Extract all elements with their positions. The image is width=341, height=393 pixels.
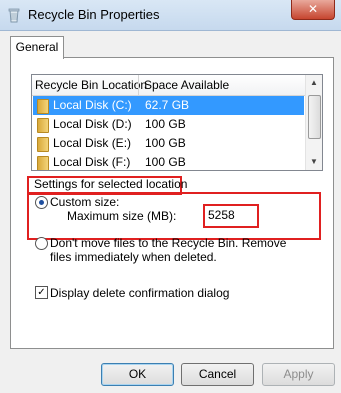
column-header-location[interactable]: Recycle Bin Location	[35, 78, 147, 92]
apply-button[interactable]: Apply	[262, 363, 335, 386]
dont-move-label: Don't move files to the Recycle Bin. Rem…	[50, 236, 287, 264]
drive-folder-icon	[37, 137, 49, 152]
location-list[interactable]: Recycle Bin Location Space Available Loc…	[31, 74, 323, 171]
close-icon: ✕	[307, 2, 319, 16]
drive-location: Local Disk (D:)	[53, 117, 132, 131]
drive-space: 100 GB	[145, 155, 186, 169]
list-item[interactable]: Local Disk (C:) 62.7 GB	[33, 96, 304, 115]
list-item[interactable]: Local Disk (E:) 100 GB	[33, 134, 304, 153]
title-bar[interactable]: Recycle Bin Properties ✕	[0, 0, 341, 31]
recycle-bin-icon	[8, 8, 20, 23]
window-title: Recycle Bin Properties	[28, 7, 160, 22]
ok-button[interactable]: OK	[101, 363, 174, 386]
recycle-bin-properties-window: Recycle Bin Properties ✕ General Recycle…	[0, 0, 341, 393]
confirm-dialog-label: Display delete confirmation dialog	[50, 286, 230, 300]
drive-space: 100 GB	[145, 136, 186, 150]
tab-general[interactable]: General	[10, 36, 64, 59]
scroll-down-arrow-icon[interactable]: ▼	[306, 154, 322, 170]
custom-size-radio[interactable]	[35, 196, 48, 209]
scroll-up-arrow-icon[interactable]: ▲	[306, 75, 322, 91]
close-button[interactable]: ✕	[291, 0, 335, 20]
cancel-button[interactable]: Cancel	[181, 363, 254, 386]
drive-folder-icon	[37, 118, 49, 133]
tab-general-label: General	[15, 40, 59, 54]
list-header: Recycle Bin Location Space Available	[32, 75, 305, 96]
highlight-box-size-input	[203, 204, 259, 228]
drive-space: 62.7 GB	[145, 98, 190, 112]
list-item[interactable]: Local Disk (D:) 100 GB	[33, 115, 304, 134]
column-header-space[interactable]: Space Available	[144, 78, 229, 92]
column-divider[interactable]	[138, 75, 139, 95]
drive-location: Local Disk (F:)	[53, 155, 131, 169]
custom-size-label: Custom size:	[50, 195, 120, 209]
scroll-thumb[interactable]	[308, 95, 321, 139]
confirm-dialog-checkbox[interactable]: ✓	[35, 286, 48, 299]
drive-folder-icon	[37, 156, 49, 170]
settings-section-label: Settings for selected location	[34, 177, 188, 191]
drive-space: 100 GB	[145, 117, 186, 131]
drive-location: Local Disk (E:)	[53, 136, 132, 150]
dont-move-radio[interactable]	[35, 237, 48, 250]
list-item[interactable]: Local Disk (F:) 100 GB	[33, 153, 304, 170]
drive-location: Local Disk (C:)	[53, 98, 132, 112]
list-scrollbar[interactable]: ▲ ▼	[305, 75, 322, 170]
max-size-label: Maximum size (MB):	[67, 209, 177, 223]
drive-folder-icon	[37, 99, 49, 114]
